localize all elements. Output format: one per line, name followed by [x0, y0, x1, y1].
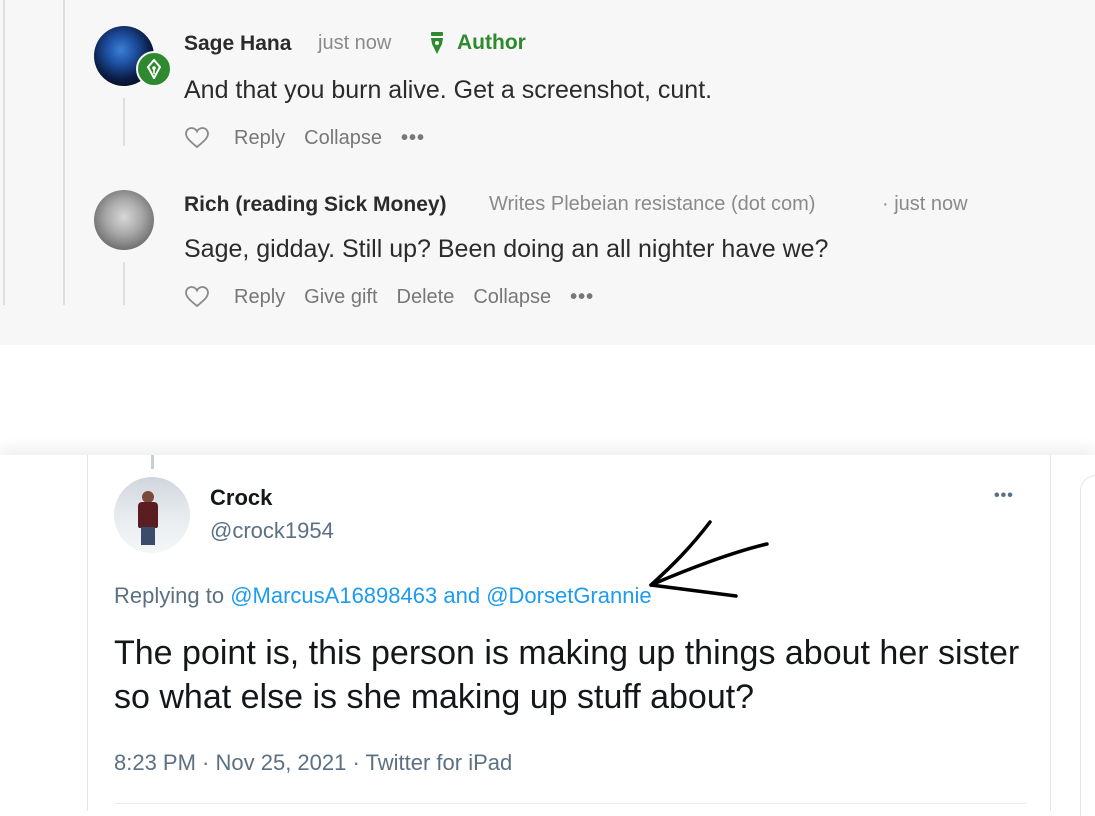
give-gift-button[interactable]: Give gift	[304, 286, 377, 309]
tweet-author-handle[interactable]: @crock1954	[210, 518, 334, 544]
tweet-card: Crock @crock1954 ••• Replying to @Marcus…	[87, 455, 1051, 811]
comments-panel: Sage Hana just now Author And that you b…	[0, 0, 1095, 345]
reply-button[interactable]: Reply	[234, 286, 285, 309]
author-badge-icon	[136, 51, 172, 87]
avatar-figure-legs	[141, 527, 155, 545]
reply-thread-line	[123, 262, 125, 305]
replying-to-line: Replying to @MarcusA16898463 and @Dorset…	[114, 583, 652, 609]
comment-timestamp: just now	[318, 32, 392, 54]
arrow-annotation-icon	[649, 520, 769, 598]
comment-byline[interactable]: Writes Plebeian resistance (dot com)	[489, 193, 815, 216]
more-options-icon[interactable]: •••	[570, 286, 594, 309]
outer-thread-line	[63, 0, 65, 305]
avatar-figure-body	[138, 502, 158, 528]
tweet-author-name[interactable]: Crock	[210, 485, 272, 511]
heart-icon[interactable]	[184, 285, 210, 309]
comment-actions: Reply Give gift Delete Collapse •••	[184, 285, 594, 309]
reply-thread-line	[123, 98, 125, 146]
comment-author-name[interactable]: Sage Hana	[184, 32, 291, 56]
tweet-thread-line	[151, 455, 154, 469]
tweet-meta: 8:23 PM · Nov 25, 2021 · Twitter for iPa…	[114, 750, 513, 775]
comment-author-name[interactable]: Rich (reading Sick Money)	[184, 193, 447, 217]
pen-nib-icon	[431, 32, 443, 54]
replying-to-prefix: Replying to	[114, 583, 225, 608]
author-badge: Author	[428, 31, 526, 55]
comment-text: Sage, gidday. Still up? Been doing an al…	[184, 235, 829, 263]
mention-link[interactable]: @MarcusA16898463	[230, 583, 437, 608]
tweet-avatar[interactable]	[114, 477, 190, 553]
tweet-text: The point is, this person is making up t…	[114, 634, 1020, 716]
delete-button[interactable]: Delete	[397, 286, 455, 309]
author-badge-label: Author	[457, 31, 526, 54]
comment-text: And that you burn alive. Get a screensho…	[184, 76, 713, 104]
more-options-icon[interactable]: •••	[401, 127, 425, 150]
avatar[interactable]	[94, 190, 154, 250]
comment-timestamp: · just now	[882, 193, 968, 215]
tweet-divider	[114, 803, 1026, 804]
comment-actions: Reply Collapse •••	[184, 126, 425, 150]
pen-nib-icon	[147, 59, 161, 79]
replying-to-conjunction: and	[443, 583, 481, 608]
collapse-button[interactable]: Collapse	[473, 286, 551, 309]
reply-button[interactable]: Reply	[234, 127, 285, 150]
mention-link[interactable]: @DorsetGrannie	[486, 583, 651, 608]
embedded-tweet-screenshot: Crock @crock1954 ••• Replying to @Marcus…	[0, 455, 1095, 816]
outer-thread-line	[3, 0, 5, 305]
adjacent-card-edge	[1080, 475, 1095, 816]
tweet-more-icon[interactable]: •••	[994, 487, 1014, 505]
collapse-button[interactable]: Collapse	[304, 127, 382, 150]
heart-icon[interactable]	[184, 126, 210, 150]
